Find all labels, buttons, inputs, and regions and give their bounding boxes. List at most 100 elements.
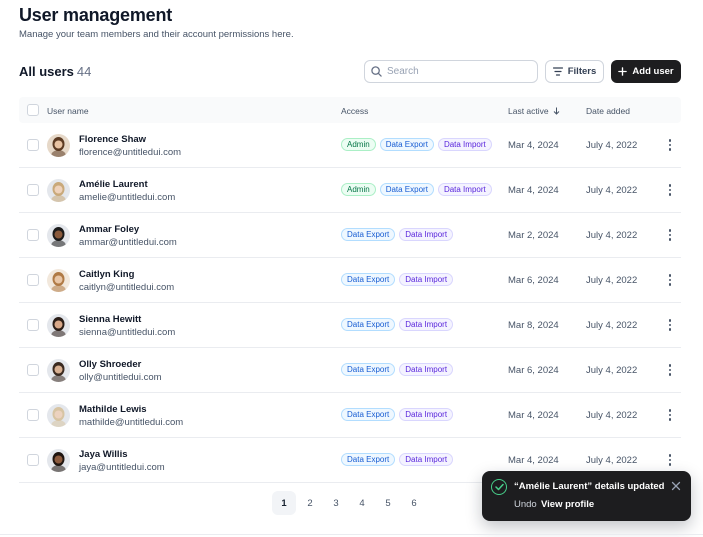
page-button-6[interactable]: 6 xyxy=(402,491,426,515)
column-header-date-added[interactable]: Date added xyxy=(586,106,630,116)
data-import-tag: Data Import xyxy=(399,408,454,421)
user-name: Amélie Laurent xyxy=(79,179,148,190)
success-toast: “Amélie Laurent” details updated Undo Vi… xyxy=(482,471,691,521)
admin-tag: Admin xyxy=(341,183,376,196)
row-checkbox[interactable] xyxy=(27,319,39,331)
table-row[interactable]: Ammar Foley ammar@untitledui.com Data Ex… xyxy=(19,213,681,258)
data-import-tag: Data Import xyxy=(399,318,454,331)
date-added: July 4, 2022 xyxy=(586,275,638,286)
user-email: amelie@untitledui.com xyxy=(79,192,176,203)
date-added: July 4, 2022 xyxy=(586,230,638,241)
data-import-tag: Data Import xyxy=(399,228,454,241)
more-vertical-icon[interactable] xyxy=(665,227,675,243)
table-row[interactable]: Olly Shroeder olly@untitledui.com Data E… xyxy=(19,348,681,393)
user-email: ammar@untitledui.com xyxy=(79,237,177,248)
add-user-label: Add user xyxy=(632,66,674,77)
row-checkbox[interactable] xyxy=(27,364,39,376)
page-button-3[interactable]: 3 xyxy=(324,491,348,515)
data-import-tag: Data Import xyxy=(437,138,492,151)
more-vertical-icon[interactable] xyxy=(665,182,675,198)
date-added: July 4, 2022 xyxy=(586,140,638,151)
more-vertical-icon[interactable] xyxy=(665,407,675,423)
user-name: Olly Shroeder xyxy=(79,359,142,370)
data-export-tag: Data Export xyxy=(341,318,396,331)
avatar xyxy=(47,269,70,292)
table-row[interactable]: Mathilde Lewis mathilde@untitledui.com D… xyxy=(19,393,681,438)
access-tags: Data Export Data Import xyxy=(341,363,454,376)
table-row[interactable]: Florence Shaw florence@untitledui.com Ad… xyxy=(19,123,681,168)
access-tags: Data Export Data Import xyxy=(341,318,454,331)
row-checkbox[interactable] xyxy=(27,274,39,286)
data-import-tag: Data Import xyxy=(437,183,492,196)
user-count: 44 xyxy=(76,64,92,79)
user-name: Florence Shaw xyxy=(79,134,147,145)
admin-tag: Admin xyxy=(341,138,376,151)
last-active: Mar 4, 2024 xyxy=(508,410,559,421)
filters-label: Filters xyxy=(567,66,597,77)
search-input[interactable] xyxy=(387,66,527,77)
view-profile-button[interactable]: View profile xyxy=(541,499,594,510)
data-export-tag: Data Export xyxy=(379,138,434,151)
avatar xyxy=(47,314,70,337)
access-tags: Admin Data Export Data Import xyxy=(341,138,492,151)
more-vertical-icon[interactable] xyxy=(665,137,675,153)
data-export-tag: Data Export xyxy=(341,228,396,241)
row-checkbox[interactable] xyxy=(27,229,39,241)
row-checkbox[interactable] xyxy=(27,409,39,421)
more-vertical-icon[interactable] xyxy=(665,362,675,378)
search-icon xyxy=(371,66,382,77)
avatar xyxy=(47,224,70,247)
data-export-tag: Data Export xyxy=(341,408,396,421)
table-row[interactable]: Caitlyn King caitlyn@untitledui.com Data… xyxy=(19,258,681,303)
column-header-access[interactable]: Access xyxy=(341,106,368,116)
row-checkbox[interactable] xyxy=(27,184,39,196)
user-name: Ammar Foley xyxy=(79,224,140,235)
user-email: jaya@untitledui.com xyxy=(79,462,165,473)
avatar xyxy=(47,134,70,157)
access-tags: Data Export Data Import xyxy=(341,408,454,421)
column-header-last-active[interactable]: Last active xyxy=(508,106,560,116)
select-all-checkbox[interactable] xyxy=(27,104,39,116)
user-name: Mathilde Lewis xyxy=(79,404,147,415)
close-icon[interactable] xyxy=(670,480,682,492)
search-box[interactable] xyxy=(364,60,538,83)
user-name: Sienna Hewitt xyxy=(79,314,142,325)
page-button-1[interactable]: 1 xyxy=(272,491,296,515)
row-checkbox[interactable] xyxy=(27,139,39,151)
page-button-4[interactable]: 4 xyxy=(350,491,374,515)
table-row[interactable]: Sienna Hewitt sienna@untitledui.com Data… xyxy=(19,303,681,348)
table-header: User name Access Last active Date added xyxy=(19,97,681,123)
user-email: sienna@untitledui.com xyxy=(79,327,176,338)
user-email: mathilde@untitledui.com xyxy=(79,417,184,428)
more-vertical-icon[interactable] xyxy=(665,317,675,333)
avatar xyxy=(47,404,70,427)
avatar xyxy=(47,449,70,472)
more-vertical-icon[interactable] xyxy=(665,272,675,288)
user-name: Caitlyn King xyxy=(79,269,135,280)
filter-lines-icon xyxy=(552,67,563,76)
more-vertical-icon[interactable] xyxy=(665,452,675,468)
table-row[interactable]: Amélie Laurent amelie@untitledui.com Adm… xyxy=(19,168,681,213)
page-subtitle: Manage your team members and their accou… xyxy=(19,29,294,40)
column-header-last-active-label: Last active xyxy=(508,106,549,116)
plus-icon xyxy=(618,67,628,76)
page-button-5[interactable]: 5 xyxy=(376,491,400,515)
data-export-tag: Data Export xyxy=(341,363,396,376)
user-name: Jaya Willis xyxy=(79,449,128,460)
user-email: olly@untitledui.com xyxy=(79,372,162,383)
undo-button[interactable]: Undo xyxy=(514,499,537,510)
table-body: Florence Shaw florence@untitledui.com Ad… xyxy=(19,123,681,483)
filters-button[interactable]: Filters xyxy=(545,60,604,83)
data-import-tag: Data Import xyxy=(399,363,454,376)
section-title: All users 44 xyxy=(19,64,91,79)
data-export-tag: Data Export xyxy=(379,183,434,196)
last-active: Mar 2, 2024 xyxy=(508,230,559,241)
check-circle-icon xyxy=(491,479,507,495)
add-user-button[interactable]: Add user xyxy=(611,60,681,83)
divider xyxy=(0,534,703,535)
page-button-2[interactable]: 2 xyxy=(298,491,322,515)
access-tags: Data Export Data Import xyxy=(341,453,454,466)
column-header-user-name[interactable]: User name xyxy=(47,106,89,116)
last-active: Mar 6, 2024 xyxy=(508,365,559,376)
row-checkbox[interactable] xyxy=(27,454,39,466)
